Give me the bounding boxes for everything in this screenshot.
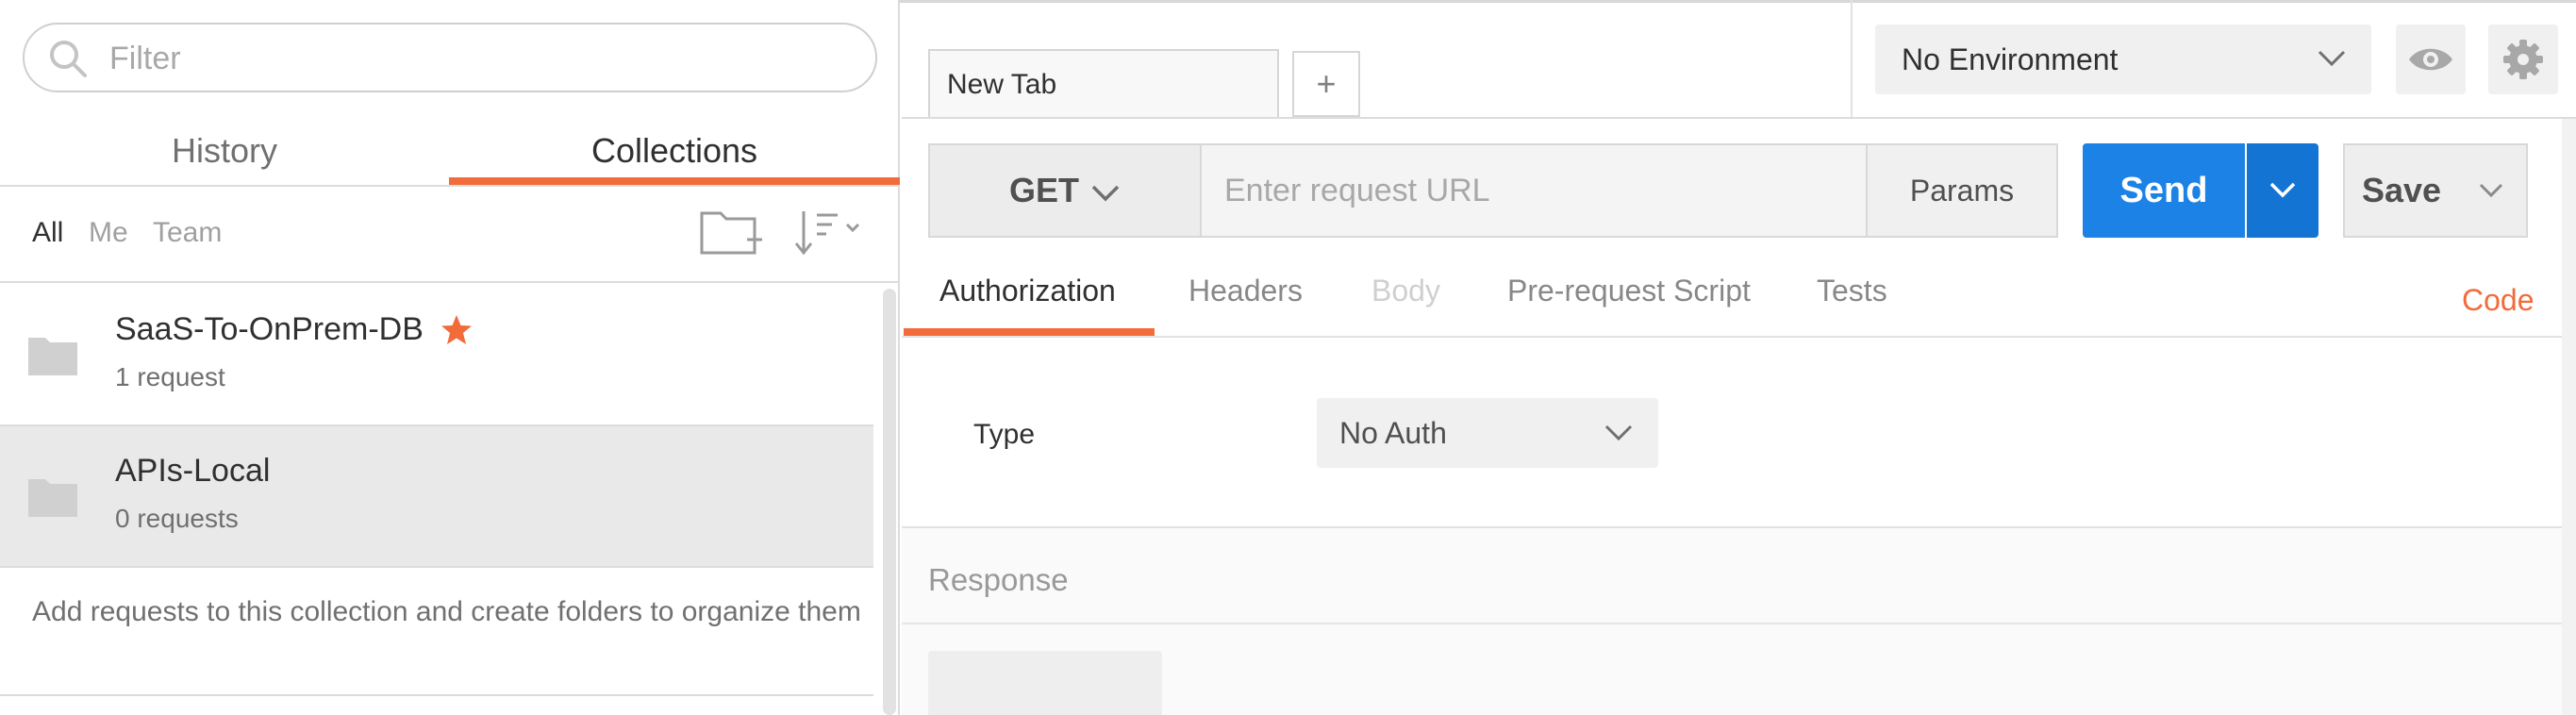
main-scrollbar[interactable] xyxy=(2562,119,2576,715)
manage-environments-button[interactable] xyxy=(2488,25,2558,94)
divider xyxy=(0,281,900,283)
save-dropdown-button[interactable] xyxy=(2458,143,2528,238)
environment-select[interactable]: No Environment xyxy=(1875,25,2371,94)
tab-history[interactable]: History xyxy=(0,117,449,185)
tab-pre-request-script[interactable]: Pre-request Script xyxy=(1507,274,1751,308)
tab-body[interactable]: Body xyxy=(1371,274,1440,308)
divider xyxy=(902,623,2562,624)
active-tab-indicator xyxy=(449,177,900,185)
chevron-down-icon xyxy=(2269,182,2296,198)
auth-type-value: No Auth xyxy=(1339,415,1447,450)
filter-team[interactable]: Team xyxy=(153,217,222,249)
divider xyxy=(902,117,2576,119)
gear-icon xyxy=(2503,40,2543,79)
divider xyxy=(902,336,2562,338)
add-tab-button[interactable]: + xyxy=(1292,51,1360,117)
folder-icon xyxy=(28,338,77,375)
collection-item[interactable]: SaaS-To-OnPrem-DB 1 request xyxy=(0,285,873,426)
sidebar-scrollbar[interactable] xyxy=(883,289,896,715)
active-tab-indicator xyxy=(904,328,1155,336)
eye-icon xyxy=(2409,48,2452,71)
code-link[interactable]: Code xyxy=(2462,283,2534,318)
divider xyxy=(0,694,873,696)
filter-me[interactable]: Me xyxy=(89,217,128,249)
collection-item[interactable]: APIs-Local 0 requests xyxy=(0,426,873,568)
chevron-down-icon xyxy=(2479,183,2503,198)
response-title: Response xyxy=(928,562,1069,597)
request-tab[interactable]: New Tab xyxy=(928,49,1279,119)
star-icon[interactable] xyxy=(440,313,474,347)
tab-tests[interactable]: Tests xyxy=(1817,274,1887,308)
method-select[interactable]: GET xyxy=(928,143,1202,238)
collection-name: APIs-Local xyxy=(115,453,271,489)
chevron-down-icon xyxy=(2318,50,2346,67)
collection-request-count: 1 request xyxy=(115,362,225,391)
url-input[interactable] xyxy=(1202,143,1868,238)
response-placeholder xyxy=(928,651,1162,715)
tab-authorization[interactable]: Authorization xyxy=(939,274,1116,308)
sidebar: History Collections All Me Team SaaS-To-… xyxy=(0,0,900,715)
search-icon xyxy=(50,41,87,77)
chevron-down-icon xyxy=(1604,424,1633,441)
save-button[interactable]: Save xyxy=(2343,143,2460,238)
divider xyxy=(0,185,900,187)
send-button[interactable]: Send xyxy=(2083,143,2245,238)
auth-type-label: Type xyxy=(973,419,1036,450)
filter-box[interactable] xyxy=(23,23,877,92)
sort-icon[interactable] xyxy=(790,204,866,260)
environment-label: No Environment xyxy=(1902,42,2119,76)
filter-all[interactable]: All xyxy=(32,217,63,249)
chevron-down-icon xyxy=(1091,185,1120,202)
collection-hint: Add requests to this collection and crea… xyxy=(32,596,861,627)
send-dropdown-button[interactable] xyxy=(2247,143,2318,238)
collection-request-count: 0 requests xyxy=(115,504,239,533)
tab-collections[interactable]: Collections xyxy=(449,117,900,185)
collection-name: SaaS-To-OnPrem-DB xyxy=(115,311,424,347)
folder-icon xyxy=(28,479,77,517)
method-label: GET xyxy=(1009,171,1080,209)
environment-quick-look-button[interactable] xyxy=(2396,25,2466,94)
filter-input[interactable] xyxy=(108,34,847,83)
new-collection-icon[interactable] xyxy=(698,204,764,260)
tab-headers[interactable]: Headers xyxy=(1188,274,1303,308)
auth-type-select[interactable]: No Auth xyxy=(1317,398,1658,468)
params-button[interactable]: Params xyxy=(1866,143,2058,238)
divider xyxy=(1851,0,1853,117)
